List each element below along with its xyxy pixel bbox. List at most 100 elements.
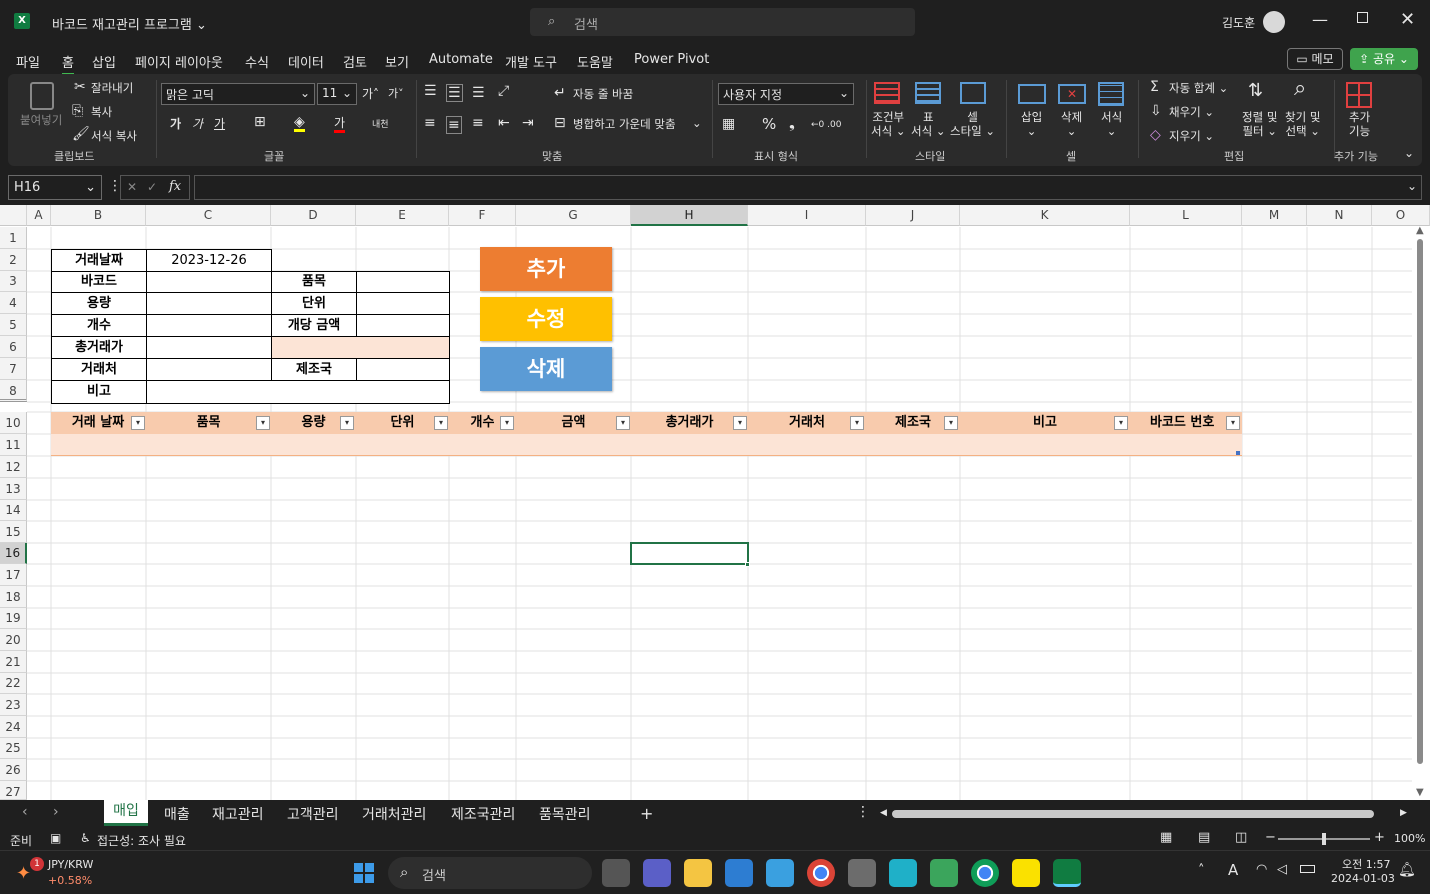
vertical-scrollbar[interactable]: ▲ ▼ [1412, 225, 1430, 800]
column-header-b[interactable]: B [51, 205, 146, 226]
bold-button[interactable]: 가 [170, 117, 181, 131]
orientation-icon[interactable]: ⤢ [498, 84, 509, 98]
row-header[interactable]: 22 [0, 673, 27, 694]
align-left-icon[interactable]: ≡ [424, 116, 436, 130]
comma-icon[interactable]: ❟ [789, 116, 795, 131]
prev-sheet-icon[interactable]: ‹ [22, 804, 28, 820]
filter-dropdown-icon[interactable]: ▾ [1114, 416, 1128, 430]
bird-app-icon[interactable] [889, 859, 917, 887]
avatar[interactable] [1263, 11, 1285, 33]
menu-automate[interactable]: Automate [429, 52, 493, 67]
zoom-level[interactable]: 100% [1394, 832, 1425, 845]
menu-insert[interactable]: 삽입 [92, 52, 116, 71]
font-color-button[interactable]: 가 [334, 116, 346, 133]
page-break-icon[interactable]: ◫ [1235, 830, 1247, 845]
chevron-down-icon[interactable]: ⌄ [692, 116, 702, 130]
start-icon[interactable] [354, 863, 374, 883]
chevron-up-icon[interactable]: ˄ [1198, 863, 1205, 878]
percent-icon[interactable]: % [762, 117, 776, 132]
find-select-button[interactable]: 찾기 및 선택 ⌄ [1285, 110, 1320, 138]
number-format-select[interactable]: 사용자 지정 ⌄ [718, 83, 854, 105]
row-header[interactable]: 14 [0, 500, 27, 521]
scroll-left-icon[interactable]: ◀ [880, 808, 887, 818]
edit-button[interactable]: 수정 [480, 297, 612, 341]
increase-indent-icon[interactable]: ⇥ [522, 116, 534, 130]
wrap-text-button[interactable]: 자동 줄 바꿈 [573, 86, 633, 102]
expand-formula-icon[interactable]: ⌄ [1407, 179, 1417, 193]
column-header-g[interactable]: G [516, 205, 631, 226]
sheet-tab-purchase[interactable]: 매입 [104, 800, 148, 826]
note-input[interactable] [146, 380, 450, 404]
shrink-font-icon[interactable]: 가˅ [388, 87, 404, 101]
teams-icon[interactable] [643, 859, 671, 887]
total-price-input[interactable] [146, 336, 272, 359]
task-view-icon[interactable] [602, 859, 630, 887]
delete-cells-button[interactable]: 삭제 ⌄ [1061, 110, 1082, 138]
capacity-input[interactable] [146, 292, 272, 315]
row-header[interactable]: 3 [0, 271, 27, 292]
page-layout-icon[interactable]: ▤ [1198, 830, 1210, 845]
menu-power-pivot[interactable]: Power Pivot [634, 52, 709, 67]
scroll-up-icon[interactable]: ▲ [1416, 225, 1424, 236]
zoom-out-icon[interactable]: − [1265, 830, 1276, 845]
next-sheet-icon[interactable]: › [53, 804, 59, 820]
sheet-tab-origins[interactable]: 제조국관리 [451, 804, 515, 824]
menu-file[interactable]: 파일 [16, 52, 40, 71]
merge-center-button[interactable]: 병합하고 가운데 맞춤 [573, 116, 676, 132]
filter-dropdown-icon[interactable]: ▾ [434, 416, 448, 430]
addins-button[interactable]: 추가 기능 [1349, 110, 1370, 138]
collapse-ribbon-icon[interactable]: ⌄ [1404, 146, 1414, 160]
insert-cells-button[interactable]: 삽입 ⌄ [1021, 110, 1042, 138]
menu-developer[interactable]: 개발 도구 [505, 52, 557, 71]
filter-dropdown-icon[interactable]: ▾ [733, 416, 747, 430]
column-header-l[interactable]: L [1130, 205, 1242, 226]
restore-icon[interactable] [1357, 12, 1368, 23]
macro-record-icon[interactable]: ▣ [50, 831, 61, 845]
fill-color-icon[interactable]: ◈ [294, 115, 305, 132]
menu-home[interactable]: 홈 [62, 52, 74, 76]
menu-page-layout[interactable]: 페이지 레이아웃 [135, 52, 223, 71]
notepad-icon[interactable] [766, 859, 794, 887]
kakaotalk-icon[interactable] [1012, 859, 1040, 887]
row-header[interactable]: 1 [0, 227, 27, 249]
filter-dropdown-icon[interactable]: ▾ [500, 416, 514, 430]
column-header-a[interactable]: A [27, 205, 51, 226]
delete-button[interactable]: 삭제 [480, 347, 612, 391]
normal-view-icon[interactable]: ▦ [1160, 830, 1172, 845]
name-box[interactable]: H16 ⌄ [8, 175, 102, 200]
font-name-select[interactable]: 맑은 고딕 ⌄ [161, 83, 315, 105]
sheet-tab-items[interactable]: 품목관리 [539, 804, 591, 824]
row-header[interactable]: 2 [0, 249, 27, 271]
column-header-h[interactable]: H [631, 205, 748, 226]
row-header[interactable]: 27 [0, 781, 27, 800]
zoom-slider-thumb[interactable] [1322, 833, 1326, 845]
border-icon[interactable]: ⊞ [254, 115, 266, 129]
volume-icon[interactable]: ◁ [1277, 862, 1287, 877]
zoom-in-icon[interactable]: + [1374, 830, 1385, 845]
file-explorer-icon[interactable] [684, 859, 712, 887]
filter-dropdown-icon[interactable]: ▾ [944, 416, 958, 430]
filter-dropdown-icon[interactable]: ▾ [131, 416, 145, 430]
notification-bell-icon[interactable]: 🔔︎ [1398, 862, 1416, 878]
sheet-tab-customers[interactable]: 고객관리 [287, 804, 339, 824]
row-header[interactable]: 6 [0, 336, 27, 358]
align-top-icon[interactable]: ☰ [424, 84, 437, 98]
add-sheet-icon[interactable]: + [640, 804, 653, 823]
column-header-j[interactable]: J [866, 205, 960, 226]
menu-review[interactable]: 검토 [343, 52, 367, 71]
minimize-icon[interactable]: — [1312, 10, 1328, 29]
ime-icon[interactable]: A [1228, 861, 1238, 879]
column-header-i[interactable]: I [748, 205, 866, 226]
row-header[interactable]: 26 [0, 759, 27, 781]
row-header[interactable]: 18 [0, 586, 27, 608]
sheet-tab-inventory[interactable]: 재고관리 [212, 804, 264, 824]
filter-dropdown-icon[interactable]: ▾ [850, 416, 864, 430]
battery-icon[interactable] [1300, 865, 1315, 873]
column-header-d[interactable]: D [271, 205, 356, 226]
user-name[interactable]: 김도훈 [1222, 14, 1255, 31]
add-button[interactable]: 추가 [480, 247, 612, 291]
clear-button[interactable]: 지우기 ⌄ [1169, 128, 1214, 144]
excel-taskbar-icon[interactable] [1053, 859, 1081, 887]
taskbar-search[interactable]: ⌕ 검색 [388, 857, 592, 889]
column-header-f[interactable]: F [449, 205, 516, 226]
